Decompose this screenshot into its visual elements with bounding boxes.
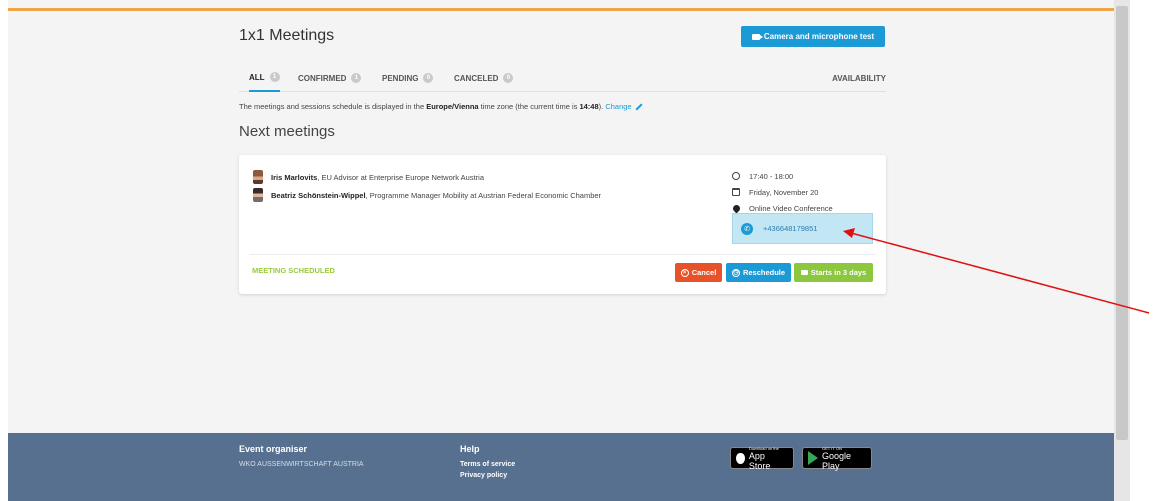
- tab-all[interactable]: ALL 1: [249, 64, 280, 92]
- help-heading: Help: [460, 444, 480, 454]
- participant-row: Beatriz Schönstein-Wippel, Programme Man…: [253, 188, 601, 202]
- time-row: 17:40 - 18:00: [732, 168, 833, 184]
- footer-organiser: Event organiser WKO AUSSENWIRTSCHAFT AUS…: [239, 444, 364, 470]
- app-store-badge[interactable]: Download on the App Store: [730, 446, 794, 471]
- participant-text: Beatriz Schönstein-Wippel, Programme Man…: [271, 191, 601, 200]
- date-row: Friday, November 20: [732, 184, 833, 200]
- camera-test-label: Camera and microphone test: [763, 32, 875, 41]
- clock-icon: ◷: [731, 268, 740, 277]
- app-store-text: Download on the App Store: [749, 446, 788, 471]
- tab-canceled[interactable]: CANCELED 0: [454, 64, 514, 92]
- camera-icon: [751, 33, 763, 40]
- location-pin-icon: [731, 203, 742, 213]
- privacy-policy-link[interactable]: Privacy policy: [460, 470, 515, 481]
- card-divider: [249, 254, 876, 255]
- google-play-text: GET IT ON Google Play: [822, 446, 866, 471]
- pencil-icon: [635, 103, 643, 111]
- participant-role: , Programme Manager Mobility at Austrian…: [365, 190, 602, 200]
- phone-number-box[interactable]: ✆ +436648179851: [732, 213, 873, 244]
- meeting-details: 17:40 - 18:00 Friday, November 20 Online…: [731, 168, 833, 216]
- scrollbar-thumb[interactable]: [1116, 6, 1128, 440]
- reschedule-button[interactable]: ◷ Reschedule: [726, 263, 791, 282]
- tab-pending-count: 0: [423, 73, 434, 83]
- change-timezone-link[interactable]: Change: [605, 102, 643, 111]
- tab-all-label: ALL: [249, 72, 265, 82]
- meeting-date: Friday, November 20: [749, 187, 819, 197]
- google-play-icon: [808, 451, 818, 465]
- footer: Event organiser WKO AUSSENWIRTSCHAFT AUS…: [8, 433, 1114, 501]
- terms-of-service-link[interactable]: Terms of service: [460, 459, 515, 470]
- footer-help: Help Terms of service Privacy policy: [460, 444, 515, 481]
- avatar: [253, 188, 263, 202]
- participant-text: Iris Marlovits, EU Advisor at Enterprise…: [271, 173, 484, 182]
- participant-row: Iris Marlovits, EU Advisor at Enterprise…: [253, 170, 484, 184]
- google-play-badge[interactable]: GET IT ON Google Play: [802, 446, 872, 471]
- timezone-name: Europe/Vienna: [426, 102, 479, 111]
- meeting-time: 17:40 - 18:00: [749, 171, 794, 181]
- timezone-note-middle: time zone (the current time is: [478, 102, 580, 111]
- meeting-card: Iris Marlovits, EU Advisor at Enterprise…: [239, 155, 886, 294]
- tab-pending[interactable]: PENDING 0: [382, 64, 434, 92]
- calendar-icon: [732, 188, 740, 196]
- cancel-label: Cancel: [691, 268, 717, 277]
- phone-icon: ✆: [741, 222, 753, 235]
- avatar: [253, 170, 263, 184]
- page-title: 1x1 Meetings: [239, 27, 335, 44]
- change-timezone-label: Change: [605, 102, 632, 111]
- tab-confirmed-count: 1: [351, 73, 362, 83]
- clock-icon: [732, 172, 740, 180]
- starts-in-button[interactable]: Starts in 3 days: [794, 263, 873, 282]
- participant-name: Iris Marlovits: [271, 172, 318, 182]
- tab-canceled-label: CANCELED: [454, 73, 499, 83]
- availability-link[interactable]: AVAILABILITY: [832, 64, 886, 92]
- google-play-big-text: Google Play: [822, 450, 852, 471]
- participant-name: Beatriz Schönstein-Wippel: [271, 190, 366, 200]
- tab-confirmed-label: CONFIRMED: [298, 73, 347, 83]
- organiser-name: WKO AUSSENWIRTSCHAFT AUSTRIA: [239, 461, 364, 468]
- tab-canceled-count: 0: [503, 73, 514, 83]
- organiser-heading: Event organiser: [239, 444, 308, 454]
- section-title: Next meetings: [239, 123, 335, 140]
- top-accent-bar: [8, 8, 1114, 11]
- tab-confirmed[interactable]: CONFIRMED 1: [298, 64, 362, 92]
- tab-pending-label: PENDING: [382, 73, 419, 83]
- timezone-note-prefix: The meetings and sessions schedule is di…: [239, 102, 427, 111]
- camera-microphone-test-button[interactable]: Camera and microphone test: [741, 26, 885, 47]
- meeting-tabs: ALL 1 CONFIRMED 1 PENDING 0 CANCELED 0 A…: [239, 64, 886, 92]
- meeting-status: MEETING SCHEDULED: [252, 266, 335, 275]
- camera-icon: [800, 270, 808, 275]
- cancel-icon: ×: [680, 268, 689, 277]
- reschedule-label: Reschedule: [742, 268, 786, 277]
- apple-icon: [736, 452, 745, 464]
- cancel-button[interactable]: × Cancel: [675, 263, 722, 282]
- starts-in-label: Starts in 3 days: [810, 268, 867, 277]
- meeting-location: Online Video Conference: [749, 203, 833, 213]
- timezone-note: The meetings and sessions schedule is di…: [239, 102, 643, 111]
- current-time: 14:48: [579, 102, 599, 111]
- page: 1x1 Meetings Camera and microphone test …: [0, 0, 1153, 501]
- participant-role: , EU Advisor at Enterprise Europe Networ…: [317, 172, 485, 182]
- tab-all-count: 1: [269, 72, 280, 82]
- phone-number: +436648179851: [763, 224, 818, 233]
- app-store-big-text: App Store: [748, 450, 771, 471]
